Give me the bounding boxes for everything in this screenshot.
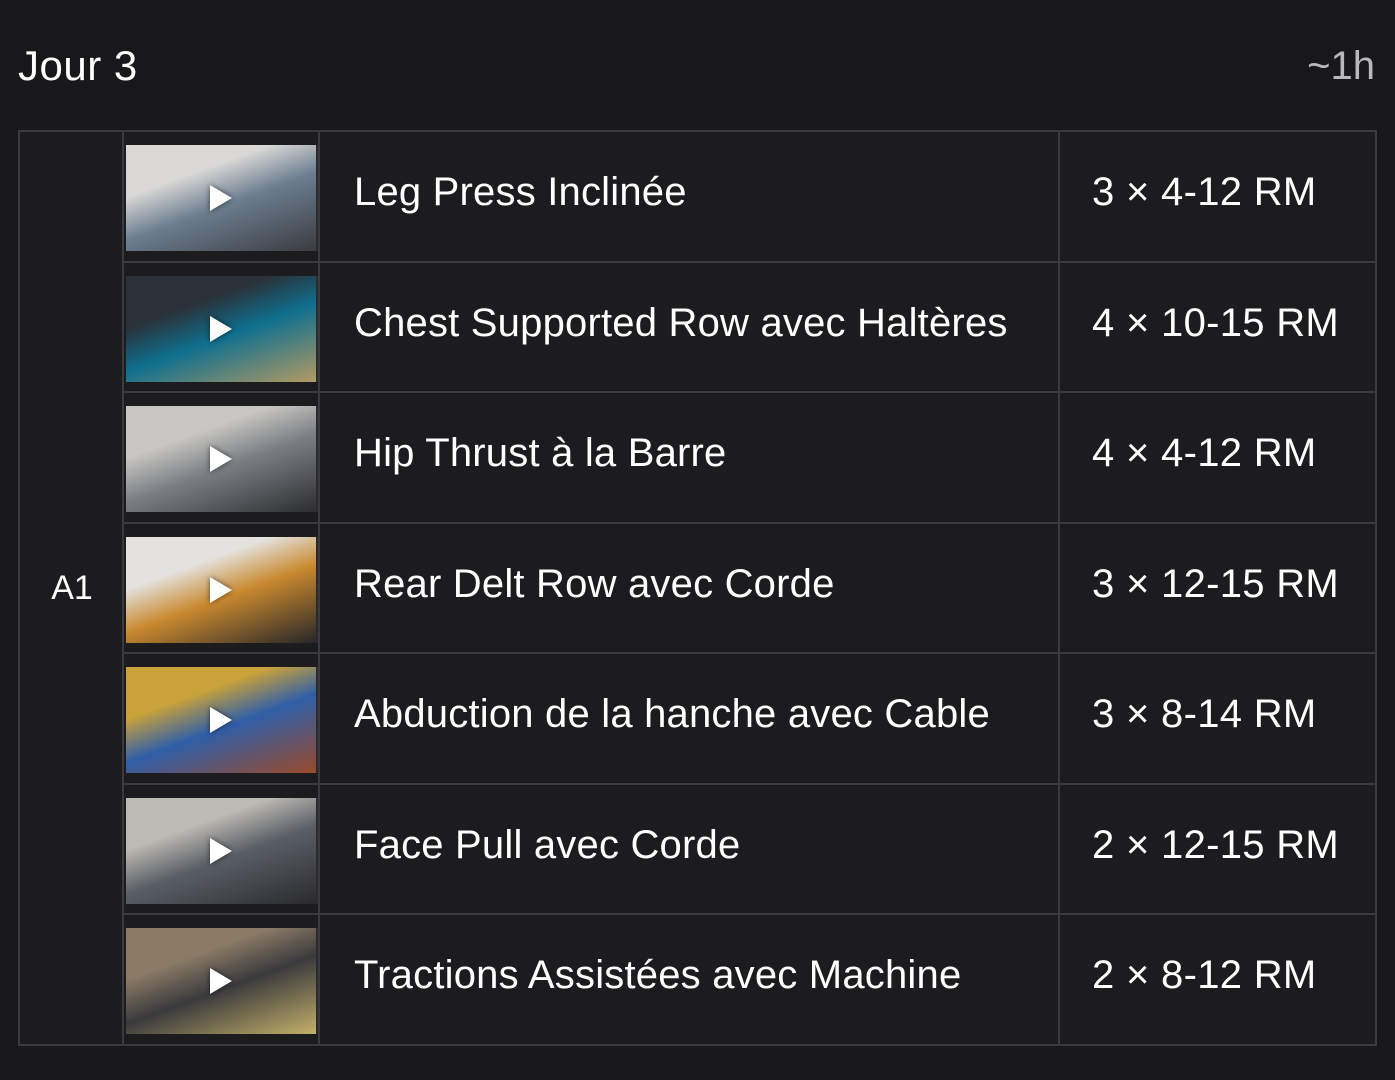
exercise-sets: 3 × 8-14 RM bbox=[1092, 692, 1317, 736]
group-label: A1 bbox=[51, 569, 93, 607]
thumbnail-divider bbox=[318, 915, 320, 1046]
exercise-video-thumbnail[interactable] bbox=[126, 145, 318, 251]
thumbnail-divider bbox=[318, 262, 320, 391]
day-header: Jour 3 ~1h bbox=[18, 40, 1375, 96]
play-icon[interactable] bbox=[210, 576, 232, 603]
thumbnail-divider bbox=[318, 393, 320, 522]
play-icon[interactable] bbox=[210, 707, 232, 733]
column-divider bbox=[1058, 393, 1060, 522]
exercise-video-thumbnail[interactable] bbox=[126, 536, 318, 643]
play-icon[interactable] bbox=[210, 968, 232, 994]
exercise-video-thumbnail[interactable] bbox=[126, 406, 318, 512]
play-icon[interactable] bbox=[210, 185, 232, 211]
exercise-video-thumbnail[interactable] bbox=[126, 797, 318, 904]
play-icon[interactable] bbox=[210, 837, 232, 864]
exercise-row[interactable]: Face Pull avec Corde 2 × 12-15 RM bbox=[124, 784, 1375, 915]
column-divider bbox=[1058, 915, 1060, 1046]
thumbnail-divider bbox=[318, 784, 320, 913]
thumbnail-divider bbox=[318, 132, 320, 261]
exercise-sets: 2 × 8-12 RM bbox=[1092, 953, 1317, 997]
play-icon[interactable] bbox=[210, 446, 232, 472]
exercise-name: Tractions Assistées avec Machine bbox=[354, 953, 962, 997]
exercise-name: Chest Supported Row avec Haltères bbox=[354, 300, 1008, 345]
column-divider bbox=[1058, 262, 1060, 391]
exercise-name: Face Pull avec Corde bbox=[354, 822, 741, 867]
exercise-row[interactable]: Tractions Assistées avec Machine 2 × 8-12… bbox=[124, 915, 1375, 1046]
exercise-name: Leg Press Inclinée bbox=[354, 170, 687, 214]
exercise-name: Rear Delt Row avec Corde bbox=[354, 561, 835, 606]
group-column: A1 bbox=[20, 132, 124, 1044]
exercise-sets: 4 × 4-12 RM bbox=[1092, 431, 1317, 475]
day-title: Jour 3 bbox=[18, 42, 138, 89]
exercise-name: Hip Thrust à la Barre bbox=[354, 431, 727, 475]
thumbnail-divider bbox=[318, 654, 320, 783]
column-divider bbox=[1058, 654, 1060, 783]
exercise-video-thumbnail[interactable] bbox=[126, 928, 318, 1034]
workout-table: A1 Leg Press Inclinée 3 × 4-12 RM Chest Su… bbox=[18, 130, 1377, 1046]
play-icon[interactable] bbox=[210, 315, 232, 342]
exercise-video-thumbnail[interactable] bbox=[126, 667, 318, 773]
exercise-list: Leg Press Inclinée 3 × 4-12 RM Chest Suppo… bbox=[124, 132, 1375, 1046]
exercise-row[interactable]: Hip Thrust à la Barre 4 × 4-12 RM bbox=[124, 393, 1375, 524]
column-divider bbox=[1058, 523, 1060, 652]
duration-label: ~1h bbox=[1307, 44, 1375, 88]
column-divider bbox=[1058, 784, 1060, 913]
exercise-sets: 2 × 12-15 RM bbox=[1092, 822, 1340, 867]
exercise-row[interactable]: Rear Delt Row avec Corde 3 × 12-15 RM bbox=[124, 523, 1375, 654]
exercise-sets: 3 × 12-15 RM bbox=[1092, 561, 1340, 606]
exercise-row[interactable]: Abduction de la hanche avec Cable 3 × 8-1… bbox=[124, 654, 1375, 785]
exercise-sets: 3 × 4-12 RM bbox=[1092, 170, 1317, 214]
thumbnail-divider bbox=[318, 523, 320, 652]
exercise-video-thumbnail[interactable] bbox=[126, 275, 318, 382]
exercise-row[interactable]: Leg Press Inclinée 3 × 4-12 RM bbox=[124, 132, 1375, 263]
column-divider bbox=[1058, 132, 1060, 261]
exercise-sets: 4 × 10-15 RM bbox=[1092, 300, 1340, 345]
exercise-row[interactable]: Chest Supported Row avec Haltères 4 × 10-… bbox=[124, 262, 1375, 393]
exercise-name: Abduction de la hanche avec Cable bbox=[354, 692, 990, 736]
